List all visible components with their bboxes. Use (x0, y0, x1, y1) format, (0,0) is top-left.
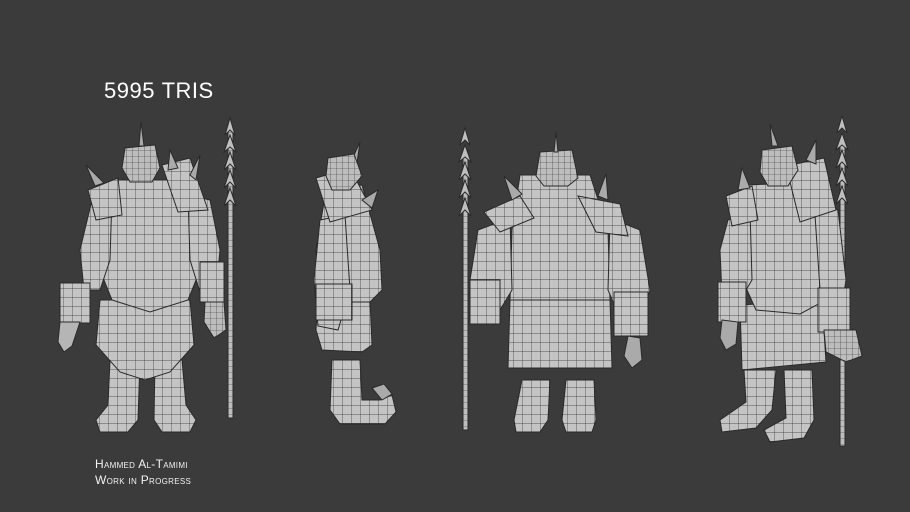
progress-status: Work in Progress (95, 473, 192, 487)
credits-block: Hammed Al-Tamimi Work in Progress (95, 456, 191, 488)
render-viewport: 5995 TRIS Hammed Al-Tamimi Work in Progr… (0, 0, 910, 512)
author-name: Hammed Al-Tamimi (95, 457, 188, 471)
orc-three-quarter-view (717, 114, 863, 447)
